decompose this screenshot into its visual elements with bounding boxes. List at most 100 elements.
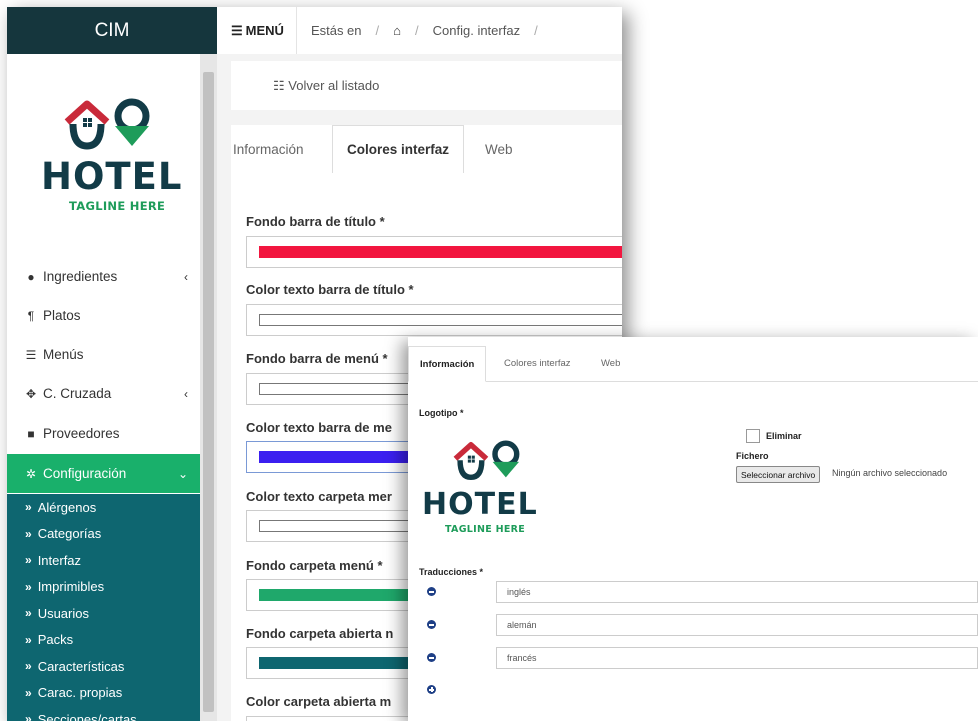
menu-label: MENÚ <box>245 23 284 38</box>
submenu-item-imprimibles[interactable]: » Imprimibles <box>7 574 200 601</box>
leaf-icon: ● <box>27 269 35 284</box>
tab-web[interactable]: Web <box>485 125 513 173</box>
delete-checkbox[interactable] <box>746 429 760 443</box>
submenu-label: Imprimibles <box>37 579 105 595</box>
hotel-logo-mark-icon <box>453 440 520 481</box>
submenu-label: Características <box>37 658 125 674</box>
tab-colores-interfaz[interactable]: Colores interfaz <box>332 125 465 174</box>
sidebar-item-proveedores[interactable]: ■ Proveedores <box>7 414 200 453</box>
list-icon: ☷ <box>273 77 285 93</box>
field-label: Fondo carpeta menú * <box>246 558 383 573</box>
breadcrumb-prefix: Estás en <box>310 23 362 38</box>
field-label: Color texto carpeta mer <box>246 489 392 504</box>
breadcrumb-current[interactable]: Config. interfaz <box>433 23 520 38</box>
sidebar-item-platos[interactable]: ¶ Platos <box>7 296 200 335</box>
file-label: Fichero <box>736 451 769 461</box>
submenu-item-usuarios[interactable]: » Usuarios <box>7 600 200 627</box>
top-bar: ☰ MENÚ Estás en / ⌂ / Config. interfaz / <box>217 7 622 55</box>
color-input[interactable] <box>246 304 622 336</box>
logo-tagline: TAGLINE HERE <box>69 199 166 213</box>
field-label: Color texto barra de me <box>246 420 392 435</box>
double-chevron-icon: » <box>25 526 32 541</box>
submenu-item-alergenos[interactable]: » Alérgenos <box>7 494 200 521</box>
add-translation-icon[interactable] <box>427 685 436 694</box>
sidebar-item-label: Menús <box>43 347 84 362</box>
sidebar-item-label: Ingredientes <box>43 269 118 284</box>
double-chevron-icon: » <box>25 579 32 594</box>
sidebar-item-label: Proveedores <box>43 426 120 441</box>
tab-informacion[interactable]: Información <box>233 125 304 173</box>
submenu-label: Categorías <box>37 526 102 542</box>
tab-web[interactable]: Web <box>601 346 620 380</box>
back-label: Volver al listado <box>288 77 380 93</box>
config-submenu: » Alérgenos » Categorías » Interfaz » Imprim… <box>7 494 200 721</box>
truck-icon: ■ <box>27 426 35 441</box>
submenu-item-packs[interactable]: » Packs <box>7 627 200 654</box>
menu-toggle-button[interactable]: ☰ MENÚ <box>217 7 297 54</box>
submenu-item-carac-propias[interactable]: » Carac. propias <box>7 680 200 707</box>
double-chevron-icon: » <box>25 606 32 621</box>
color-swatch <box>259 314 622 326</box>
choose-file-button[interactable]: Seleccionar archivo <box>736 466 821 483</box>
list-icon: ☰ <box>25 347 37 362</box>
submenu-item-categorias[interactable]: » Categorías <box>7 521 200 548</box>
chevron-left-icon: ‹ <box>184 386 188 401</box>
remove-translation-icon[interactable] <box>427 653 436 662</box>
cutlery-icon: ¶ <box>27 308 35 323</box>
remove-translation-icon[interactable] <box>427 587 436 596</box>
double-chevron-icon: » <box>25 632 32 647</box>
arrows-icon: ✥ <box>25 386 37 401</box>
home-icon[interactable]: ⌂ <box>393 23 401 38</box>
sidebar-item-menus[interactable]: ☰ Menús <box>7 335 200 374</box>
chevron-left-icon: ‹ <box>184 269 188 284</box>
field-label: Fondo carpeta abierta n <box>246 626 394 641</box>
translation-input[interactable]: inglés <box>496 581 978 603</box>
translations-label: Traducciones * <box>419 567 484 577</box>
field-label: Color texto barra de título * <box>246 282 414 297</box>
double-chevron-icon: » <box>25 712 32 721</box>
translation-input[interactable]: alemán <box>496 614 978 636</box>
back-to-list-button[interactable]: ☷ Volver al listado <box>273 78 379 94</box>
sidebar-item-label: Configuración <box>43 466 127 481</box>
file-status: Ningún archivo seleccionado <box>832 468 948 478</box>
field-label: Fondo barra de título * <box>246 214 385 229</box>
overlay-window: Información Colores interfaz Web Logotip… <box>408 337 978 721</box>
submenu-item-interfaz[interactable]: » Interfaz <box>7 547 200 574</box>
tab-colores-interfaz[interactable]: Colores interfaz <box>504 346 571 380</box>
tab-bar: Información Colores interfaz Web <box>231 125 622 174</box>
submenu-label: Usuarios <box>37 605 89 621</box>
sidebar-item-c-cruzada[interactable]: ✥ C. Cruzada ‹ <box>7 374 200 413</box>
logo-preview: HOTEL TAGLINE HERE <box>418 425 558 545</box>
sidebar-item-label: Platos <box>43 308 81 323</box>
overlay-tab-bar: Información Colores interfaz Web <box>408 337 978 382</box>
hamburger-icon: ☰ <box>231 22 243 38</box>
breadcrumb-separator: / <box>534 23 538 38</box>
chevron-down-icon: ⌄ <box>177 466 188 481</box>
color-swatch <box>259 246 622 258</box>
remove-translation-icon[interactable] <box>427 620 436 629</box>
sidebar: CIM HOTEL TAGLINE HERE ● Ingredientes ‹ … <box>7 7 217 721</box>
sidebar-scrollbar[interactable] <box>200 54 217 721</box>
breadcrumb-separator: / <box>415 23 419 38</box>
hotel-logo: HOTEL TAGLINE HERE <box>29 89 189 229</box>
submenu-item-secciones-cartas[interactable]: » Secciones/cartas <box>7 706 200 721</box>
sidebar-item-ingredientes[interactable]: ● Ingredientes ‹ <box>7 257 200 296</box>
scrollbar-thumb[interactable] <box>203 72 214 712</box>
double-chevron-icon: » <box>25 685 32 700</box>
brand-title: CIM <box>7 7 217 54</box>
double-chevron-icon: » <box>25 500 32 515</box>
breadcrumb-separator: / <box>375 23 380 38</box>
logo-hotel-text: HOTEL <box>41 155 183 198</box>
color-input[interactable] <box>246 236 622 268</box>
submenu-label: Packs <box>37 632 74 648</box>
delete-label: Eliminar <box>766 431 802 441</box>
logo-tagline: TAGLINE HERE <box>445 524 526 535</box>
submenu-label: Carac. propias <box>37 685 123 701</box>
sidebar-item-configuracion[interactable]: ✲ Configuración ⌄ <box>7 454 200 493</box>
submenu-item-caracteristicas[interactable]: » Características <box>7 653 200 680</box>
hotel-logo-mark-icon <box>64 98 150 150</box>
translation-input[interactable]: francés <box>496 647 978 669</box>
back-bar: ☷ Volver al listado <box>231 61 622 110</box>
tab-informacion[interactable]: Información <box>408 346 487 382</box>
logo-label: Logotipo * <box>419 408 464 418</box>
